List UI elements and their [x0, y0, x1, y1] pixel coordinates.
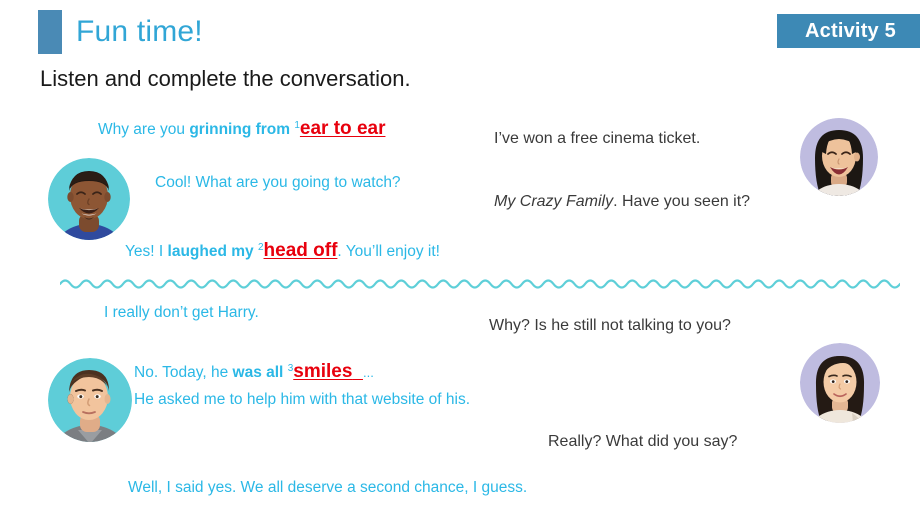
answer-blank-2[interactable]: head off: [264, 240, 338, 261]
dialogue-line-9: He asked me to help him with that websit…: [134, 391, 470, 408]
dialogue-line-5: Yes! I laughed my 2head off. You’ll enjo…: [125, 238, 440, 262]
dialogue-line-11: Well, I said yes. We all deserve a secon…: [128, 479, 528, 496]
answer-blank-1[interactable]: ear to ear: [300, 118, 386, 139]
activity-badge: Activity 5: [777, 14, 920, 48]
dialogue-line-7: Why? Is he still not talking to you?: [489, 317, 731, 334]
avatar-young-woman-laughing-icon: [800, 118, 878, 196]
film-title: My Crazy Family: [494, 193, 614, 210]
answer-blank-3[interactable]: smiles: [293, 361, 352, 382]
page-title: Fun time!: [76, 15, 203, 48]
line-8-trailing: ...: [362, 365, 374, 381]
dialogue-line-3: Cool! What are you going to watch?: [155, 174, 401, 191]
title-accent-bar: [38, 10, 62, 54]
avatar-bottom-left: [48, 358, 132, 442]
line-8-plain: No. Today, he: [134, 364, 233, 382]
dialogue-line-2: I’ve won a free cinema ticket.: [494, 130, 701, 147]
line-5-bold: laughed my: [167, 243, 258, 261]
answer-blank-3-spacer: [352, 361, 363, 382]
wavy-divider: [60, 279, 900, 289]
dialogue-line-8: No. Today, he was all 3smiles ...: [134, 359, 374, 383]
avatar-young-woman-smiling-icon: [800, 343, 880, 423]
line-1-bold: grinning from: [189, 121, 295, 139]
dialogue-line-10: Really? What did you say?: [548, 433, 738, 450]
instruction-text: Listen and complete the conversation.: [40, 66, 411, 91]
avatar-young-man-laughing-icon: [48, 158, 130, 240]
dialogue-line-1: Why are you grinning from 1ear to ear: [98, 116, 385, 140]
avatar-top-left: [48, 158, 130, 240]
dialogue-line-6: I really don’t get Harry.: [104, 304, 259, 321]
line-1-plain: Why are you: [98, 121, 190, 139]
line-5-plain: Yes! I: [125, 243, 168, 261]
avatar-top-right: [800, 118, 878, 196]
line-4-rest: . Have you seen it?: [613, 193, 751, 210]
line-8-bold: was all: [232, 364, 288, 382]
avatar-bottom-right: [800, 343, 880, 423]
avatar-young-man-neutral-icon: [48, 358, 132, 442]
dialogue-line-4: My Crazy Family. Have you seen it?: [494, 192, 750, 212]
line-5-plain2: . You’ll enjoy it!: [337, 243, 440, 261]
header-bar: Fun time! Activity 5: [0, 0, 920, 58]
